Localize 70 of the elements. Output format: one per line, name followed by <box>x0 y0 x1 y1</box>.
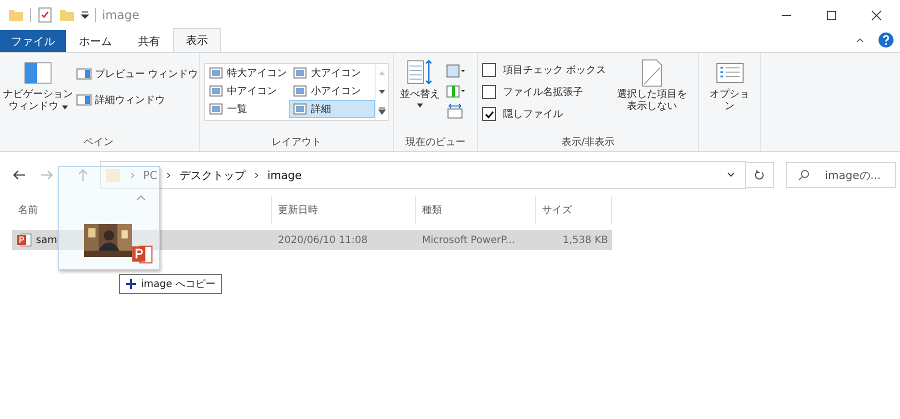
group-caption: 現在のビュー <box>404 136 466 149</box>
powerpoint-icon <box>131 243 153 265</box>
copy-hint: image へコピー <box>141 278 216 291</box>
file-name: sam <box>36 234 58 246</box>
close-icon[interactable] <box>871 10 882 20</box>
column-header[interactable]: 更新日時 <box>272 196 416 224</box>
search-field[interactable]: imageの... <box>786 162 896 188</box>
navigation-pane-button[interactable]: ナビゲーション ウィンドウ <box>2 57 74 135</box>
checkbox[interactable] <box>482 107 496 121</box>
group-caption: 表示/非表示 <box>560 136 616 149</box>
checkbox[interactable] <box>482 63 496 77</box>
layout-option[interactable]: 特大アイコン <box>205 64 289 82</box>
view-icon <box>293 85 307 97</box>
dropdown-icon[interactable] <box>81 11 89 19</box>
back-icon[interactable] <box>12 168 26 182</box>
add-columns-icon[interactable] <box>446 83 466 99</box>
powerpoint-file-icon <box>16 232 32 248</box>
ribbon-tab[interactable]: 共有 <box>125 30 173 52</box>
layout-option[interactable]: 一覧 <box>205 100 289 118</box>
pane-button[interactable]: 詳細ウィンドウ <box>76 89 198 111</box>
chevron-icon <box>136 195 146 201</box>
view-icon <box>293 67 307 79</box>
window-title: image <box>102 8 140 22</box>
search-icon <box>798 169 810 181</box>
expand-icon[interactable] <box>378 106 386 115</box>
column-header[interactable]: 種類 <box>416 196 536 224</box>
checkbox[interactable] <box>482 85 496 99</box>
options-button[interactable]: オプション <box>703 57 756 149</box>
group-by-icon[interactable] <box>446 63 466 79</box>
caret-icon <box>62 104 68 110</box>
caret-icon <box>417 103 423 108</box>
scroll-down-icon[interactable] <box>378 88 386 96</box>
hide-selected-button[interactable]: 選択した項目を 表示しない <box>610 57 694 135</box>
ribbon-tab[interactable]: ホーム <box>66 30 125 52</box>
pane-icon <box>76 66 92 82</box>
column-header[interactable]: サイズ <box>536 196 612 224</box>
plus-icon <box>126 279 136 289</box>
maximize-icon[interactable] <box>826 10 837 20</box>
sort-button[interactable]: 並べ替え <box>398 57 442 135</box>
layout-option[interactable]: 詳細 <box>289 100 375 118</box>
chevron-icon[interactable] <box>253 172 260 178</box>
pane-button[interactable]: プレビュー ウィンドウ <box>76 63 198 85</box>
table-cell-text: Microsoft PowerP... <box>421 234 516 246</box>
view-icon <box>209 67 223 79</box>
address-bar[interactable]: PC デスクトップ image <box>100 161 746 189</box>
checkbox-label: 項目チェック ボックス <box>503 64 606 77</box>
pane-icon <box>76 92 92 108</box>
view-icon <box>209 103 223 115</box>
chevron-icon[interactable] <box>165 172 172 178</box>
view-icon <box>209 85 223 97</box>
help-icon[interactable] <box>878 32 894 48</box>
checkbox-label: 隠しファイル <box>503 108 563 121</box>
layout-option[interactable]: 小アイコン <box>289 82 375 100</box>
ribbon-tab[interactable]: 表示 <box>173 28 221 52</box>
group-caption: ペイン <box>82 136 114 149</box>
layout-option[interactable]: 中アイコン <box>205 82 289 100</box>
layout-option[interactable]: 大アイコン <box>289 64 375 82</box>
sort-icon <box>406 59 434 87</box>
refresh-icon[interactable] <box>746 162 774 188</box>
table-cell-text: 1,538 KB <box>562 234 609 246</box>
checkbox-label: ファイル名拡張子 <box>503 86 583 99</box>
group-caption: レイアウト <box>270 136 322 149</box>
collapse-icon[interactable] <box>856 36 864 44</box>
checklist-icon[interactable] <box>37 7 53 23</box>
dropdown-icon[interactable] <box>727 171 735 179</box>
folder-icon <box>105 167 121 183</box>
view-icon <box>293 103 307 115</box>
table-cell-text: 2020/06/10 11:08 <box>277 234 369 246</box>
file-row[interactable]: sam 2020/06/10 11:08 Microsoft PowerP... 1,538 KB <box>12 230 612 250</box>
ribbon-tab[interactable]: ファイル <box>0 30 66 52</box>
